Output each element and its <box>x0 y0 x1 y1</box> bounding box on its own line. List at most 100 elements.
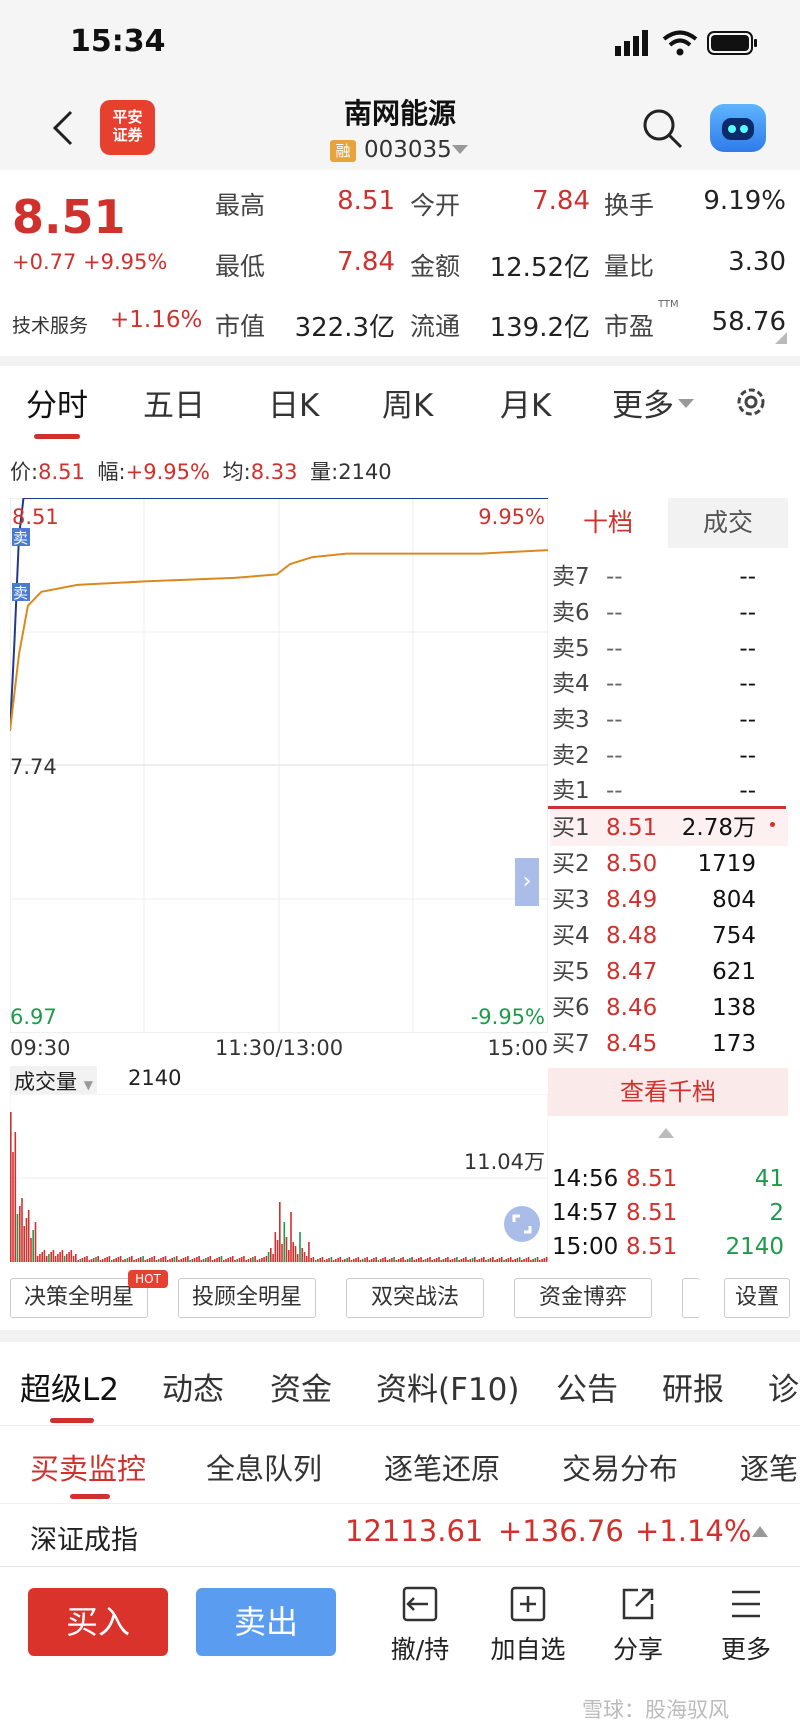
volume-bar <box>366 1257 368 1262</box>
chevron-right-icon[interactable]: › <box>515 858 539 906</box>
menu-icon[interactable] <box>726 1584 766 1624</box>
tab-news[interactable]: 动态 <box>162 1364 224 1409</box>
chevron-up-icon[interactable] <box>752 1526 768 1537</box>
view-thousand-levels-button[interactable]: 查看千档 <box>548 1068 788 1116</box>
volume-bar <box>276 1240 279 1262</box>
gear-icon[interactable] <box>733 384 769 420</box>
volume-bar <box>263 1257 265 1262</box>
tab-super-l2[interactable]: 超级L2 <box>20 1364 119 1409</box>
fullscreen-icon[interactable] <box>504 1206 540 1242</box>
stat-value: 322.3亿 <box>294 313 395 343</box>
buy-button[interactable]: 买入 <box>28 1588 168 1656</box>
more-strategies-button[interactable] <box>682 1278 700 1318</box>
advisor-allstar-button[interactable]: 投顾全明星 <box>178 1278 316 1318</box>
volume-bar <box>393 1257 395 1262</box>
tab-diagnosis[interactable]: 诊 <box>768 1364 799 1409</box>
more-label[interactable]: 更多 <box>716 1630 776 1666</box>
volume-bar <box>400 1258 402 1262</box>
volume-bar <box>131 1256 133 1262</box>
volume-bar <box>57 1254 59 1262</box>
tab-monthly-k[interactable]: 月K <box>500 380 551 425</box>
volume-bar <box>234 1260 236 1262</box>
double-breakout-button[interactable]: 双突战法 <box>346 1278 484 1318</box>
x-tick-label: 15:00 <box>487 1036 548 1060</box>
tab-profile-f10[interactable]: 资料(F10) <box>376 1364 519 1409</box>
tab-weekly-k[interactable]: 周K <box>382 380 433 425</box>
hot-badge: HOT <box>128 1270 168 1288</box>
volume-bar <box>54 1256 57 1262</box>
volume-bar <box>272 1254 274 1262</box>
back-icon[interactable] <box>45 108 85 148</box>
volume-header: 成交量 ▼ 2140 <box>10 1064 548 1096</box>
strategy-settings-button[interactable]: 设置 <box>724 1278 790 1318</box>
volume-bar <box>32 1230 34 1262</box>
sector-name[interactable]: 技术服务 <box>12 311 88 338</box>
volume-bar <box>157 1259 160 1262</box>
share-icon[interactable] <box>618 1584 658 1624</box>
tab-announcements[interactable]: 公告 <box>556 1364 618 1409</box>
tab-research[interactable]: 研报 <box>662 1364 724 1409</box>
volume-indicator-select[interactable]: 成交量 ▼ <box>10 1066 97 1096</box>
volume-bar <box>182 1258 185 1262</box>
volume-bar <box>355 1258 357 1262</box>
volume-bar <box>281 1244 283 1262</box>
share-label[interactable]: 分享 <box>608 1630 668 1666</box>
y-axis-bottom-label: 6.97 <box>10 1005 57 1029</box>
tab-more[interactable]: 更多 <box>612 380 674 425</box>
volume-bar <box>460 1259 463 1262</box>
x-tick-label: 11:30/13:00 <box>215 1036 344 1060</box>
amp-label: 幅: <box>97 460 126 484</box>
tab-trade-distribution[interactable]: 交易分布 <box>562 1446 678 1488</box>
volume-bar <box>184 1257 187 1262</box>
volume-bar <box>247 1259 250 1262</box>
tab-capital[interactable]: 资金 <box>270 1364 332 1409</box>
volume-bar <box>442 1259 445 1262</box>
volume-bar <box>137 1258 140 1262</box>
tab-intraday[interactable]: 分时 <box>26 380 88 425</box>
volume-bar <box>236 1259 238 1262</box>
chevron-up-icon[interactable] <box>658 1128 674 1138</box>
volume-bar <box>440 1260 442 1262</box>
tab-tick-replay[interactable]: 逐笔还原 <box>384 1446 500 1488</box>
add-watchlist-icon[interactable] <box>508 1584 548 1624</box>
sell-button[interactable]: 卖出 <box>196 1588 336 1656</box>
volume-bar <box>166 1260 169 1262</box>
add-watchlist-label[interactable]: 加自选 <box>484 1630 572 1666</box>
tab-trade-monitor[interactable]: 买卖监控 <box>30 1446 146 1488</box>
volume-bar <box>39 1254 41 1262</box>
tab-tick-by-tick[interactable]: 逐笔 <box>740 1446 798 1488</box>
volume-bar <box>171 1258 173 1262</box>
stock-name: 南网能源 <box>343 97 456 130</box>
tab-ten-levels[interactable]: 十档 <box>548 498 668 548</box>
tab-order-queue[interactable]: 全息队列 <box>206 1446 322 1488</box>
vol-value: 2140 <box>338 460 392 484</box>
chevron-down-icon[interactable] <box>678 399 694 408</box>
volume-bar <box>30 1238 32 1262</box>
bid-row: 买5 8.47 621 <box>552 959 756 985</box>
ask-row: 卖4 -- -- <box>552 671 756 697</box>
volume-bar <box>451 1259 454 1262</box>
intraday-price-chart[interactable]: 卖卖 8.51 7.74 6.97 9.95% -9.95% <box>10 498 548 1033</box>
tab-five-day[interactable]: 五日 <box>143 380 205 425</box>
robot-assistant-icon[interactable] <box>710 104 766 152</box>
volume-bar <box>299 1232 301 1262</box>
cancel-hold-icon[interactable] <box>400 1584 440 1624</box>
avg-label: 均: <box>222 460 251 484</box>
status-time: 15:34 <box>70 24 166 59</box>
tab-daily-k[interactable]: 日K <box>268 380 319 425</box>
volume-bar <box>505 1259 507 1262</box>
tab-deals[interactable]: 成交 <box>668 498 788 548</box>
volume-bar <box>377 1260 380 1262</box>
sector-change[interactable]: +1.16% <box>110 307 202 333</box>
chevron-down-icon[interactable] <box>452 145 468 154</box>
volume-chart[interactable]: 11.04万 <box>10 1094 548 1262</box>
stock-code[interactable]: 003035 <box>364 137 452 163</box>
volume-bar <box>420 1257 422 1262</box>
volume-bar <box>332 1260 335 1262</box>
volume-bar <box>453 1258 456 1262</box>
cancel-hold-label[interactable]: 撤/持 <box>382 1630 458 1666</box>
capital-game-button[interactable]: 资金博弈 <box>514 1278 652 1318</box>
search-icon[interactable] <box>640 106 684 150</box>
expand-corner-icon[interactable] <box>775 332 787 344</box>
volume-bar <box>207 1257 209 1262</box>
